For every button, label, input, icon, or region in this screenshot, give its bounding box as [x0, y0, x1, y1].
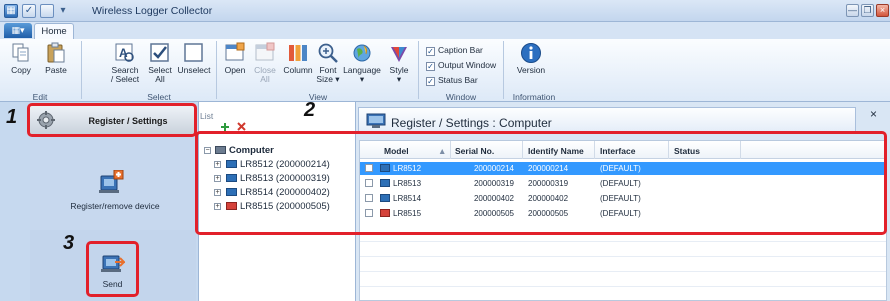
copy-icon	[12, 43, 29, 62]
group-label-window: Window	[445, 92, 477, 102]
checkbox-checked-icon: ✓	[426, 77, 435, 86]
status-bar-checkbox[interactable]: ✓ Status Bar	[426, 75, 478, 86]
window-title: Wireless Logger Collector	[92, 5, 213, 17]
unselect-icon	[184, 43, 203, 62]
quick-access-new-icon[interactable]	[40, 4, 54, 18]
register-device-icon	[99, 170, 124, 193]
computer-icon	[366, 113, 386, 128]
highlight-box-3	[86, 241, 139, 297]
search-select-button[interactable]: A Search / Select	[108, 42, 142, 84]
group-divider	[503, 41, 504, 99]
select-all-button[interactable]: Select All	[146, 42, 174, 84]
group-divider	[81, 41, 82, 99]
group-label-information: Information	[512, 92, 556, 102]
output-window-checkbox[interactable]: ✓ Output Window	[426, 60, 496, 71]
open-window-icon	[225, 42, 245, 61]
group-label-view: View	[308, 92, 328, 102]
empty-row-divider	[360, 241, 886, 242]
paste-button[interactable]: Paste	[40, 42, 72, 75]
title-bar: ▦ ✓ ▾ Wireless Logger Collector — ❐ ×	[0, 0, 890, 22]
ribbon-tab-row: ▦▾ Home	[0, 22, 890, 39]
info-icon	[521, 43, 541, 63]
empty-row-divider	[360, 271, 886, 272]
group-label-edit: Edit	[32, 92, 48, 102]
column-button[interactable]: Column	[282, 42, 314, 75]
column-icon	[289, 45, 307, 61]
close-all-icon	[255, 42, 275, 61]
select-all-icon	[150, 43, 169, 62]
quick-access-save-icon[interactable]: ✓	[22, 4, 36, 18]
restore-button[interactable]: ❐	[861, 4, 874, 17]
add-icon	[221, 123, 229, 131]
group-divider	[418, 41, 419, 99]
checkbox-checked-icon: ✓	[426, 47, 435, 56]
register-settings-header: Register / Settings : Computer	[358, 107, 856, 133]
callout-number-2: 2	[304, 99, 316, 121]
file-menu-button[interactable]: ▦▾	[4, 23, 32, 38]
zoom-icon	[318, 43, 338, 63]
copy-button[interactable]: Copy	[6, 42, 36, 75]
main-panel-title: Register / Settings : Computer	[391, 116, 552, 130]
version-button[interactable]: Version	[514, 42, 548, 75]
search-select-icon: A	[115, 43, 134, 62]
register-remove-device-button[interactable]: Register/remove device	[50, 170, 180, 216]
ribbon: Copy Paste Edit A Search / Select Select A…	[0, 39, 890, 102]
style-icon	[391, 47, 407, 62]
language-button[interactable]: Language ▾	[342, 42, 382, 84]
group-label-select: Select	[147, 92, 171, 102]
font-size-button[interactable]: Font Size ▾	[316, 42, 340, 84]
unselect-button[interactable]: Unselect	[176, 42, 212, 75]
language-icon	[353, 44, 371, 62]
app-icon[interactable]: ▦	[4, 4, 18, 18]
group-divider	[216, 41, 217, 99]
tab-home[interactable]: Home	[34, 23, 74, 39]
callout-number-3: 3	[63, 232, 75, 254]
list-panel-title: List	[200, 111, 214, 121]
empty-row-divider	[360, 286, 886, 287]
minimize-button[interactable]: —	[846, 4, 859, 17]
highlight-box-2	[195, 131, 887, 235]
style-button[interactable]: Style ▾	[386, 42, 412, 84]
highlight-box-1	[27, 103, 197, 137]
close-window-button[interactable]: ×	[876, 4, 889, 17]
open-button[interactable]: Open	[222, 42, 248, 75]
close-all-button[interactable]: Close All	[252, 42, 278, 84]
file-menu-icon: ▦	[11, 25, 20, 35]
remove-icon	[237, 122, 246, 131]
paste-icon	[47, 42, 65, 63]
callout-number-1: 1	[6, 106, 18, 128]
empty-row-divider	[360, 256, 886, 257]
checkbox-checked-icon: ✓	[426, 62, 435, 71]
register-remove-device-label: Register/remove device	[70, 201, 160, 211]
caption-bar-checkbox[interactable]: ✓ Caption Bar	[426, 45, 483, 56]
close-panel-icon[interactable]: ×	[870, 107, 877, 121]
quick-access-dropdown-icon[interactable]: ▾	[58, 4, 68, 18]
